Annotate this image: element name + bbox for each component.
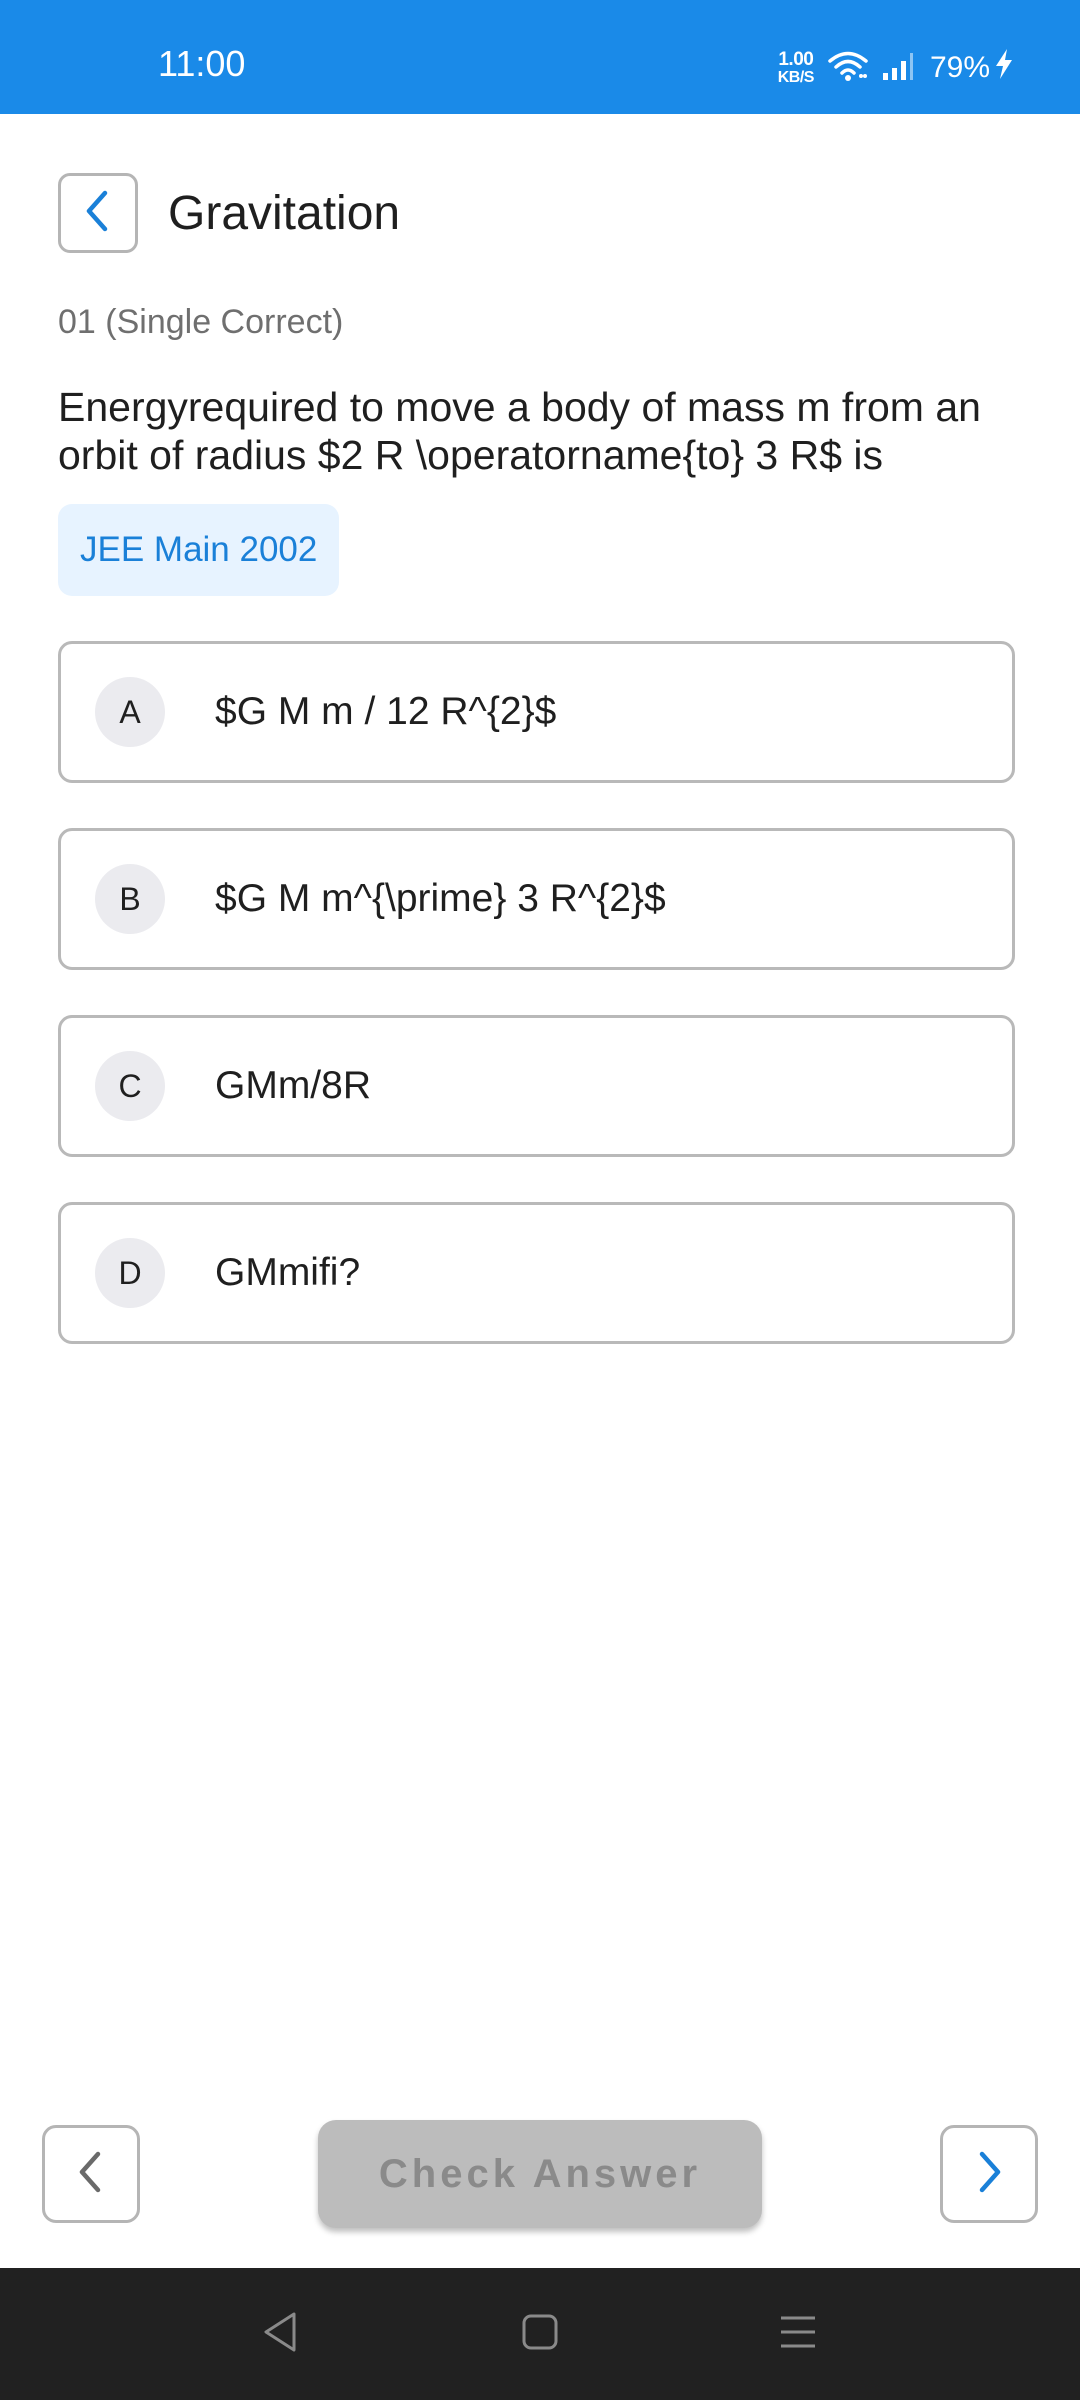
option-d[interactable]: D GMmifi? bbox=[58, 1202, 1015, 1344]
option-letter: B bbox=[95, 864, 165, 934]
network-speed-value: 1.00 bbox=[778, 49, 814, 70]
check-answer-button[interactable]: Check Answer bbox=[318, 2120, 762, 2228]
option-a[interactable]: A $G M m / 12 R^{2}$ bbox=[58, 641, 1015, 783]
system-back-button[interactable] bbox=[254, 2308, 306, 2360]
system-navigation-bar bbox=[0, 2268, 1080, 2400]
status-bar: 11:00 1.00 KB/S 79% bbox=[0, 0, 1080, 114]
battery-percent: 79% bbox=[929, 51, 990, 84]
battery-indicator: 79% bbox=[930, 48, 1014, 88]
next-question-button[interactable] bbox=[940, 2125, 1038, 2223]
option-letter: D bbox=[95, 1238, 165, 1308]
exam-tag: JEE Main 2002 bbox=[58, 504, 340, 596]
square-home-icon bbox=[520, 2312, 560, 2357]
system-home-button[interactable] bbox=[514, 2308, 566, 2360]
chevron-left-icon bbox=[74, 2148, 108, 2201]
option-b[interactable]: B $G M m^{\prime} 3 R^{2}$ bbox=[58, 828, 1015, 970]
chevron-left-icon bbox=[81, 189, 115, 238]
page-header: Gravitation bbox=[58, 172, 400, 254]
option-c[interactable]: C GMm/8R bbox=[58, 1015, 1015, 1157]
chevron-right-icon bbox=[972, 2148, 1006, 2201]
question-footer: Check Answer bbox=[0, 2110, 1080, 2240]
question-number: 01 (Single Correct) bbox=[58, 303, 344, 341]
option-text: $G M m^{\prime} 3 R^{2}$ bbox=[215, 877, 666, 920]
back-button[interactable] bbox=[58, 173, 138, 253]
wifi-icon bbox=[828, 50, 868, 87]
system-recents-button[interactable] bbox=[772, 2308, 824, 2360]
status-time: 11:00 bbox=[158, 43, 246, 84]
option-letter: C bbox=[95, 1051, 165, 1121]
option-text: $G M m / 12 R^{2}$ bbox=[215, 690, 557, 733]
triangle-back-icon bbox=[260, 2310, 300, 2359]
previous-question-button[interactable] bbox=[42, 2125, 140, 2223]
menu-lines-icon bbox=[778, 2312, 818, 2357]
signal-icon bbox=[882, 51, 916, 86]
option-text: GMm/8R bbox=[215, 1064, 371, 1107]
option-letter: A bbox=[95, 677, 165, 747]
charging-icon bbox=[994, 48, 1014, 88]
status-indicators: 1.00 KB/S 79% bbox=[778, 46, 1014, 90]
option-text: GMmifi? bbox=[215, 1251, 361, 1294]
network-speed: 1.00 KB/S bbox=[777, 49, 815, 86]
question-text: Energyrequired to move a body of mass m … bbox=[58, 384, 981, 478]
page-title: Gravitation bbox=[168, 186, 401, 240]
network-speed-unit: KB/S bbox=[777, 69, 815, 86]
